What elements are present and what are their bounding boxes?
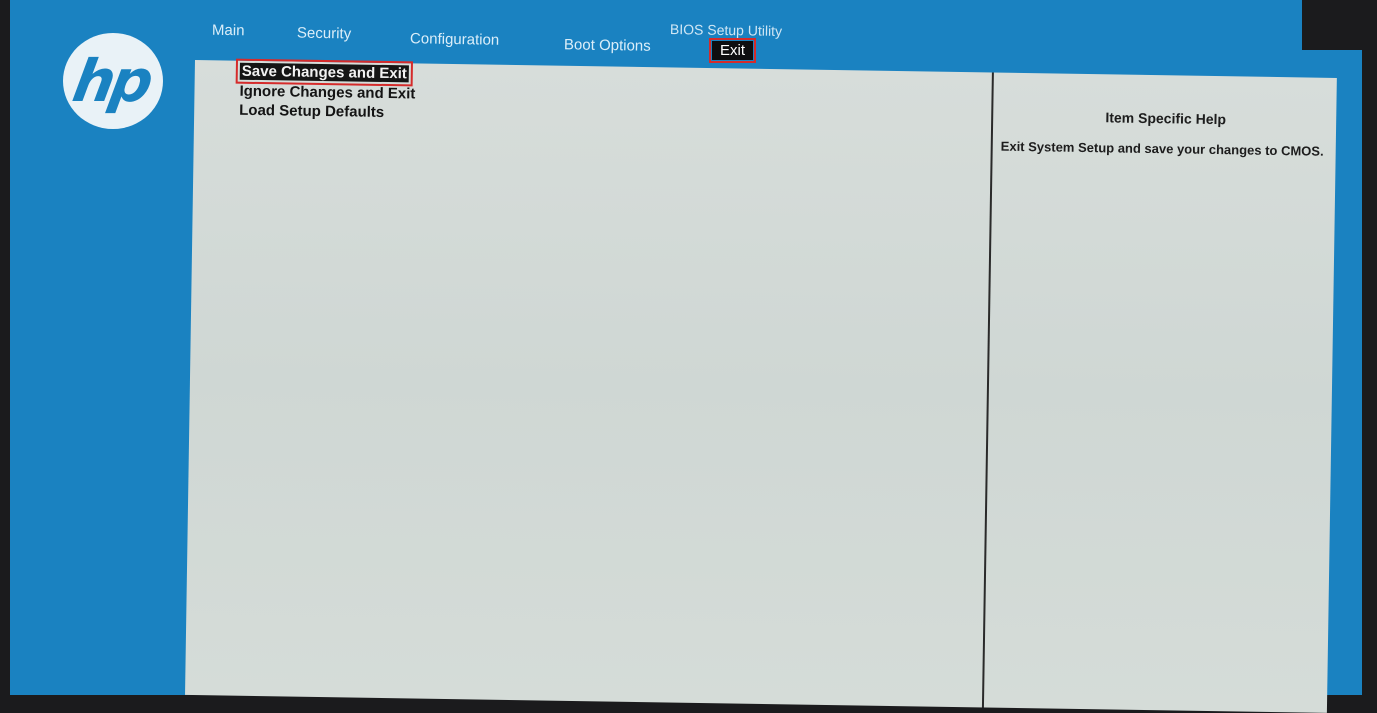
hp-logo: hp <box>63 33 163 129</box>
menu-pane: Save Changes and Exit Ignore Changes and… <box>185 58 992 707</box>
screen-bezel <box>1302 0 1362 50</box>
menu-item-load-setup-defaults[interactable]: Load Setup Defaults <box>239 102 384 121</box>
tab-boot-options[interactable]: Boot Options <box>564 36 651 55</box>
menu-item-save-changes-and-exit[interactable]: Save Changes and Exit <box>235 58 414 87</box>
tab-bar: Main Security Configuration Boot Options… <box>210 22 810 63</box>
hp-logo-text: hp <box>67 47 155 115</box>
main-panel: Save Changes and Exit Ignore Changes and… <box>185 58 1339 713</box>
menu-item-ignore-changes-and-exit[interactable]: Ignore Changes and Exit <box>239 83 415 103</box>
tab-exit[interactable]: Exit <box>708 38 757 63</box>
help-pane: Item Specific Help Exit System Setup and… <box>981 72 1339 713</box>
help-title: Item Specific Help <box>1105 109 1227 128</box>
bios-screen: hp BIOS Setup Utility Main Security Conf… <box>10 0 1362 713</box>
tab-security[interactable]: Security <box>297 25 351 43</box>
tab-main[interactable]: Main <box>212 22 245 40</box>
help-text: Exit System Setup and save your changes … <box>1000 138 1324 159</box>
tab-configuration[interactable]: Configuration <box>410 30 500 49</box>
